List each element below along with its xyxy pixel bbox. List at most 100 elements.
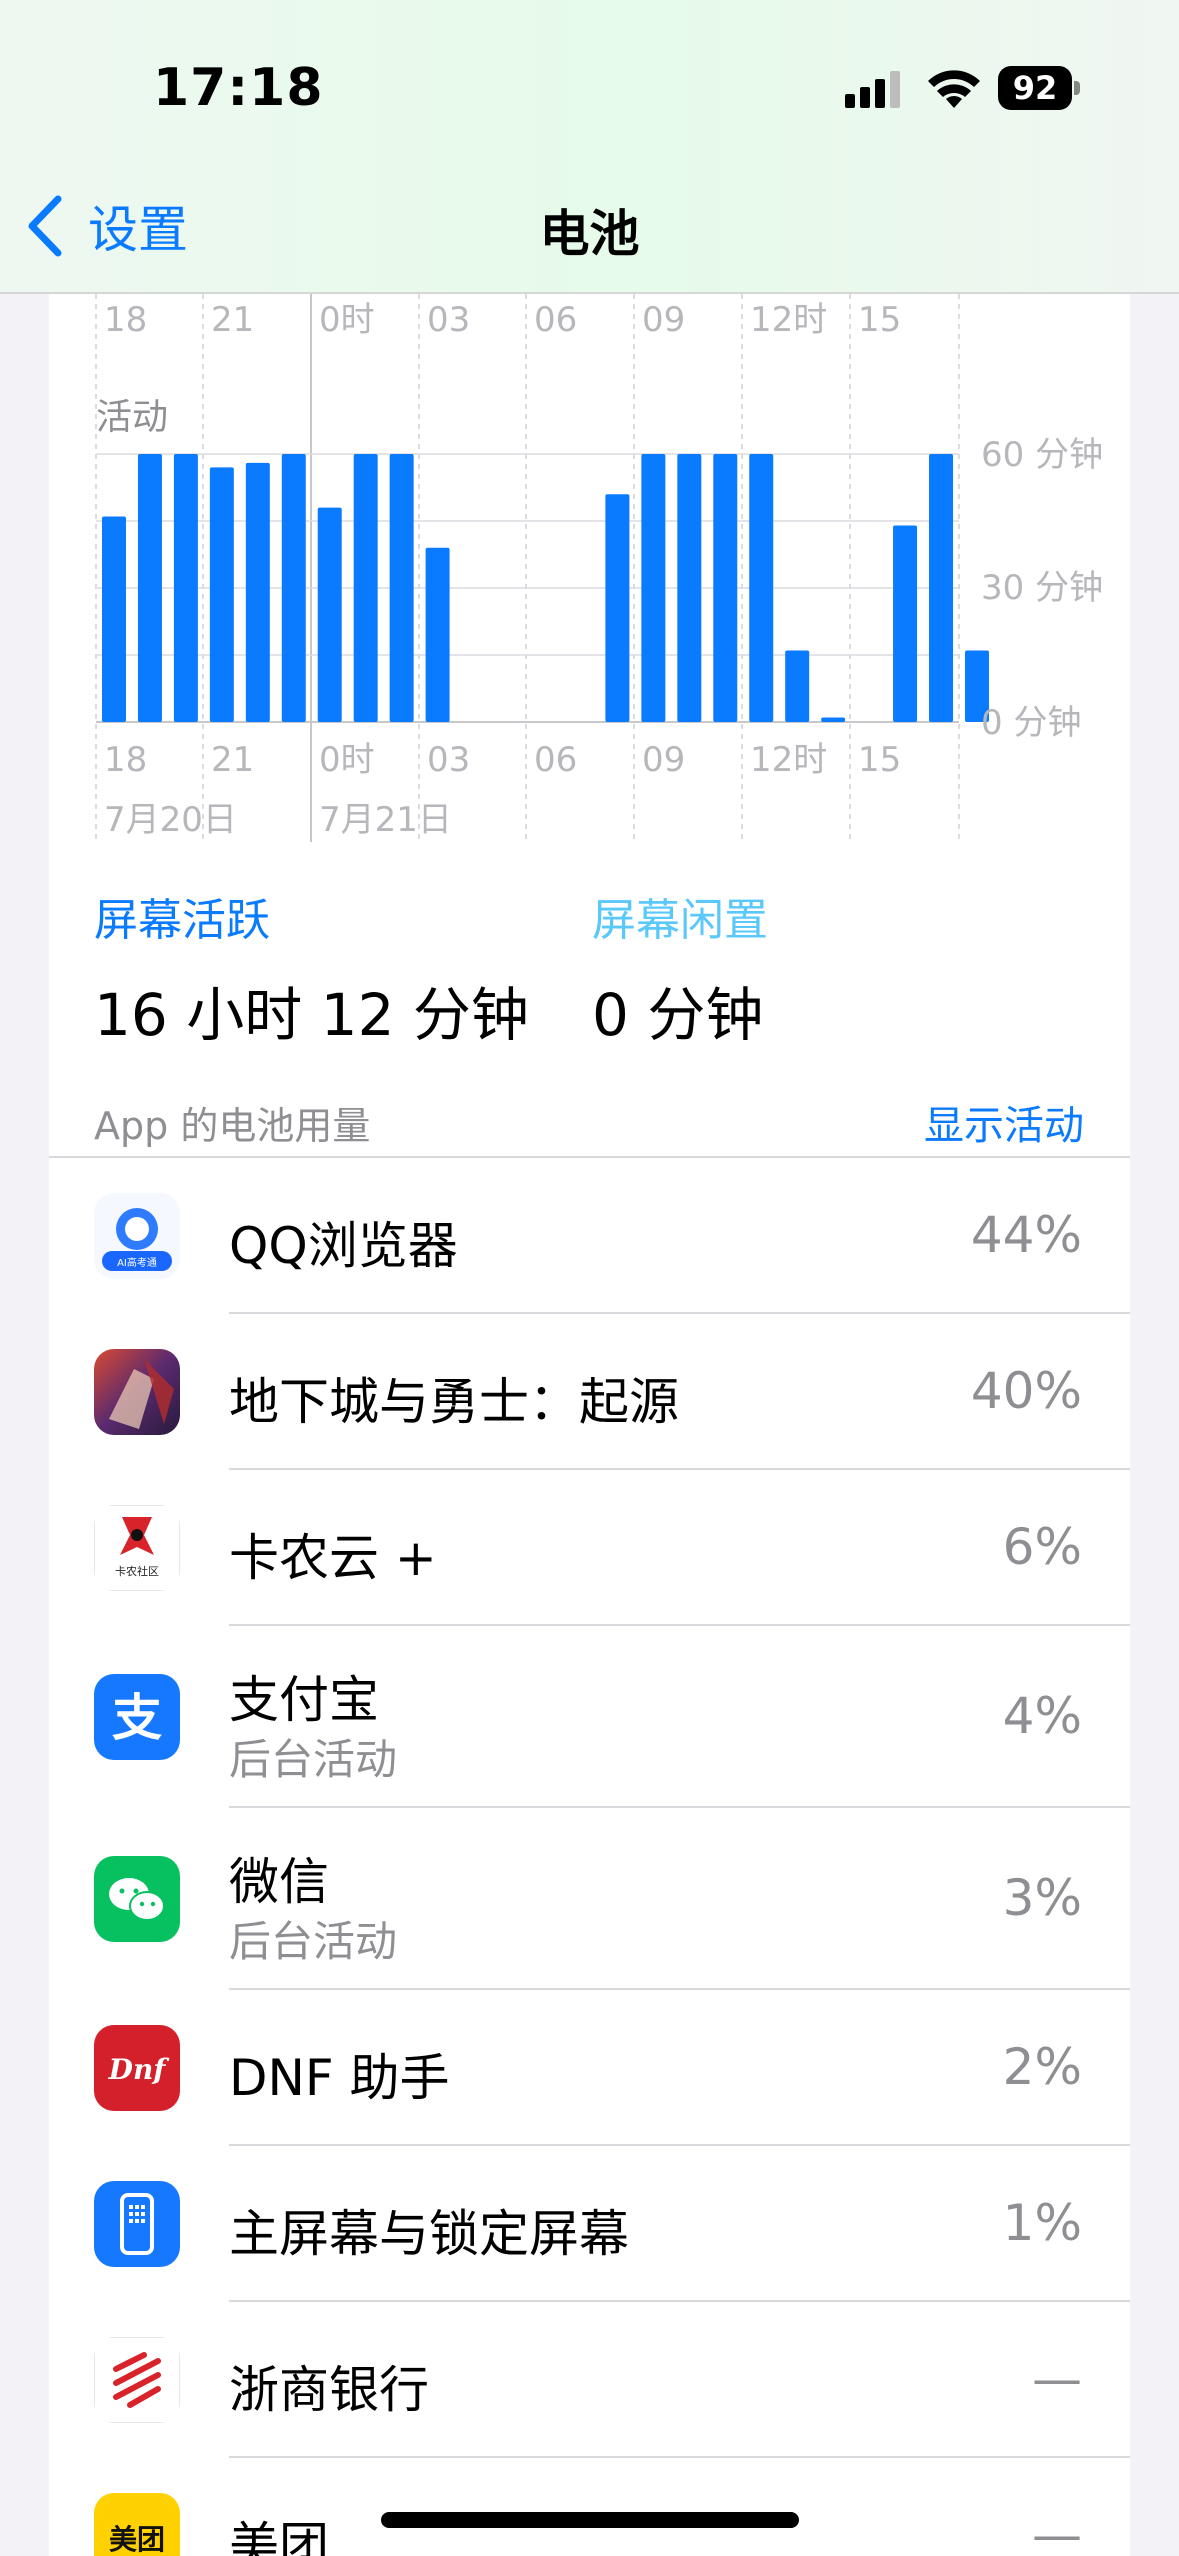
app-name: QQ浏览器 <box>229 1217 458 1275</box>
chart-title: 活动 <box>96 397 168 438</box>
axis-tick-y: 60 分钟 <box>981 435 1103 475</box>
activity-bar <box>425 547 450 722</box>
axis-tick-top: 06 <box>534 300 577 340</box>
axis-tick-top: 18 <box>104 300 147 340</box>
app-battery-percent: 40% <box>970 1362 1082 1420</box>
axis-tick-bottom: 0时 <box>319 740 375 780</box>
app-row-2[interactable]: 地下城与勇士：起源 40% <box>49 1314 1130 1470</box>
app-battery-percent: 4% <box>1002 1687 1082 1745</box>
axis-tick-y: 30 分钟 <box>981 568 1103 608</box>
activity-bar <box>317 507 342 722</box>
battery-level: 92 <box>998 66 1072 110</box>
svg-text:卡农社区: 卡农社区 <box>115 1564 159 1578</box>
cellular-signal-icon <box>845 71 900 108</box>
app-name: 美团 <box>229 2517 329 2556</box>
axis-tick-top: 12时 <box>750 300 827 340</box>
axis-tick-bottom: 15 <box>858 740 901 780</box>
app-row-4[interactable]: 支 支付宝后台活动 4% <box>49 1626 1130 1808</box>
app-name: 地下城与勇士：起源 <box>229 1373 679 1431</box>
app-name: DNF 助手 <box>229 2049 450 2107</box>
screen-idle: 屏幕闲置 0 分钟 <box>592 884 768 1052</box>
axis-tick-top: 0时 <box>319 300 375 340</box>
app-battery-percent: 2% <box>1002 2038 1082 2096</box>
svg-text:美团: 美团 <box>109 2523 165 2556</box>
activity-bar <box>173 454 198 722</box>
axis-tick-bottom: 21 <box>211 740 254 780</box>
app-battery-percent: — <box>1032 2506 1082 2556</box>
home-screen-icon <box>94 2181 180 2267</box>
activity-bar <box>749 454 774 722</box>
axis-date-label: 7月20日 <box>104 800 237 840</box>
svg-text:支: 支 <box>112 1689 162 1747</box>
app-row-6[interactable]: Dnf DNF 助手 2% <box>49 1990 1130 2146</box>
activity-bar <box>209 467 234 722</box>
app-subtitle: 后台活动 <box>229 1735 398 1784</box>
screen-active-value: 16 小时 12 分钟 <box>94 981 529 1049</box>
app-battery-percent: 44% <box>970 1206 1082 1264</box>
dnf-helper-icon: Dnf <box>94 2025 180 2111</box>
screen-active-label: 屏幕活跃 <box>94 895 270 946</box>
app-row-7[interactable]: 主屏幕与锁定屏幕 1% <box>49 2146 1130 2302</box>
section-title: App 的电池用量 <box>94 1104 371 1148</box>
axis-tick-bottom: 06 <box>534 740 577 780</box>
activity-bar <box>605 494 630 722</box>
kanong-icon: 卡农社区 <box>94 1505 180 1591</box>
app-name: 主屏幕与锁定屏幕 <box>229 2205 629 2263</box>
screen-active: 屏幕活跃 16 小时 12 分钟 <box>94 884 529 1052</box>
screen-idle-label: 屏幕闲置 <box>592 895 768 946</box>
axis-tick-bottom: 03 <box>427 740 470 780</box>
app-battery-percent: 1% <box>1002 2194 1082 2252</box>
activity-bar <box>677 454 702 722</box>
activity-chart: 18 21 0时 03 06 09 12时 15 18 21 0时 03 06 09 12时 15 7月20日… <box>95 294 1103 842</box>
app-name: 微信 <box>229 1853 329 1911</box>
show-activity-button[interactable]: 显示活动 <box>924 1093 1084 1151</box>
alipay-icon: 支 <box>94 1674 180 1760</box>
activity-bar <box>137 454 162 722</box>
activity-bar <box>785 650 810 722</box>
app-usage-list: AI高考通 QQ浏览器 44% 地下城与勇士：起源 40% 卡农社区 卡农云 + 6% 支 支付宝… <box>49 1156 1130 2556</box>
axis-tick-bottom: 09 <box>642 740 685 780</box>
svg-text:Dnf: Dnf <box>108 2053 171 2086</box>
activity-bar <box>641 454 666 722</box>
activity-bar <box>713 454 738 722</box>
axis-tick-top: 03 <box>427 300 470 340</box>
app-subtitle: 后台活动 <box>229 1917 398 1966</box>
axis-tick-top: 09 <box>642 300 685 340</box>
app-name: 卡农云 + <box>229 1529 437 1587</box>
screen-idle-value: 0 分钟 <box>592 981 764 1049</box>
svg-text:AI高考通: AI高考通 <box>117 1256 157 1269</box>
activity-bar <box>929 454 954 722</box>
activity-card: 18 21 0时 03 06 09 12时 15 18 21 0时 03 06 09 12时 15 7月20日… <box>49 294 1130 1162</box>
axis-tick-bottom: 18 <box>104 740 147 780</box>
axis-tick-top: 21 <box>211 300 254 340</box>
app-battery-percent: — <box>1032 2350 1082 2408</box>
activity-bar <box>101 516 126 722</box>
home-indicator <box>381 2512 799 2528</box>
app-battery-percent: 6% <box>1002 1518 1082 1576</box>
page-title: 电池 <box>539 205 640 263</box>
app-name: 支付宝 <box>229 1671 379 1729</box>
wechat-icon <box>94 1856 180 1942</box>
axis-tick-y: 0 分钟 <box>981 703 1081 743</box>
activity-bar <box>821 717 846 722</box>
app-name: 浙商银行 <box>229 2361 429 2419</box>
app-row-3[interactable]: 卡农社区 卡农云 + 6% <box>49 1470 1130 1626</box>
status-time: 17:18 <box>153 58 324 118</box>
app-row-8[interactable]: 浙商银行 — <box>49 2302 1130 2458</box>
meituan-icon: 美团 <box>94 2493 180 2556</box>
activity-bar <box>893 525 918 722</box>
czbank-icon <box>94 2337 180 2423</box>
activity-bar <box>389 454 414 722</box>
app-row-1[interactable]: AI高考通 QQ浏览器 44% <box>49 1158 1130 1314</box>
battery-icon: 92 <box>998 66 1080 110</box>
app-row-5[interactable]: 微信后台活动 3% <box>49 1808 1130 1990</box>
dnf-game-icon <box>94 1349 180 1435</box>
app-row-9[interactable]: 美团 美团 — <box>49 2458 1130 2556</box>
activity-bar <box>245 462 270 722</box>
axis-tick-bottom: 12时 <box>750 740 827 780</box>
app-battery-percent: 3% <box>1002 1869 1082 1927</box>
qq-browser-icon: AI高考通 <box>94 1193 180 1279</box>
activity-bar <box>281 454 306 722</box>
axis-date-label: 7月21日 <box>319 800 452 840</box>
wifi-icon <box>928 70 980 108</box>
